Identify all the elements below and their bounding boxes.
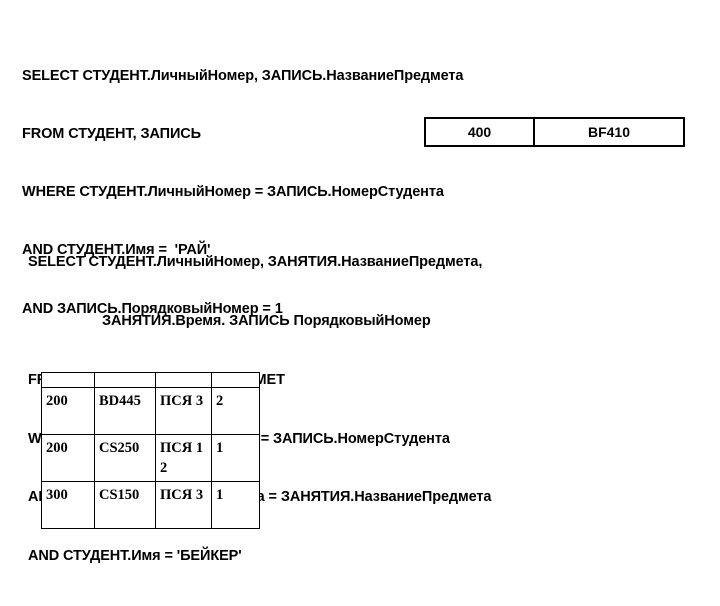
table-cell: ПСЯ 3 — [155, 481, 212, 529]
table-cell: 1 — [211, 481, 260, 529]
table-row: 300 CS150 ПСЯ 3 1 — [41, 481, 260, 529]
table-cell-empty — [41, 372, 95, 388]
sql-line: FROM СТУДЕНТ, ЗАПИСЬ — [22, 126, 202, 143]
slide-canvas: SELECT СТУДЕНТ.ЛичныйНомер, ЗАПИСЬ.Назва… — [0, 0, 720, 564]
result-table-top: 400 BF410 — [424, 117, 685, 147]
table-cell: BD445 — [94, 387, 156, 435]
sql-line: WHERE СТУДЕНТ.ЛичныйНомер = ЗАПИСЬ.Номер… — [22, 184, 444, 201]
table-cell: CS250 — [94, 434, 156, 482]
table-cell-empty — [94, 372, 156, 388]
sql-line: ЗАНЯТИЯ.Время. ЗАПИСЬ ПорядковыйНомер — [102, 312, 431, 329]
table-cell-empty — [155, 372, 212, 388]
table-row: 200 CS250 ПСЯ 12 1 — [41, 434, 260, 482]
table-cell-empty — [211, 372, 260, 388]
table-cell: ПСЯ 3 — [155, 387, 212, 435]
table-cell: 200 — [41, 387, 95, 435]
table-row: 400 BF410 — [424, 117, 685, 147]
table-cell: 200 — [41, 434, 95, 482]
sql-line: AND СТУДЕНТ.Имя = 'БЕЙКЕР' — [28, 548, 242, 565]
table-cell: 1 — [211, 434, 260, 482]
table-cell: 300 — [41, 481, 95, 529]
table-cell: 2 — [211, 387, 260, 435]
sql-line: SELECT СТУДЕНТ.ЛичныйНомер, ЗАНЯТИЯ.Назв… — [28, 254, 483, 271]
table-cell: 400 — [424, 117, 535, 147]
table-header-row — [41, 372, 260, 388]
result-table-bottom: 200 BD445 ПСЯ 3 2 200 CS250 ПСЯ 12 1 300… — [41, 372, 260, 529]
sql-line: SELECT СТУДЕНТ.ЛичныйНомер, ЗАПИСЬ.Назва… — [22, 67, 464, 84]
table-cell: CS150 — [94, 481, 156, 529]
table-cell: ПСЯ 12 — [155, 434, 212, 482]
table-row: 200 BD445 ПСЯ 3 2 — [41, 387, 260, 435]
table-cell: BF410 — [533, 117, 685, 147]
